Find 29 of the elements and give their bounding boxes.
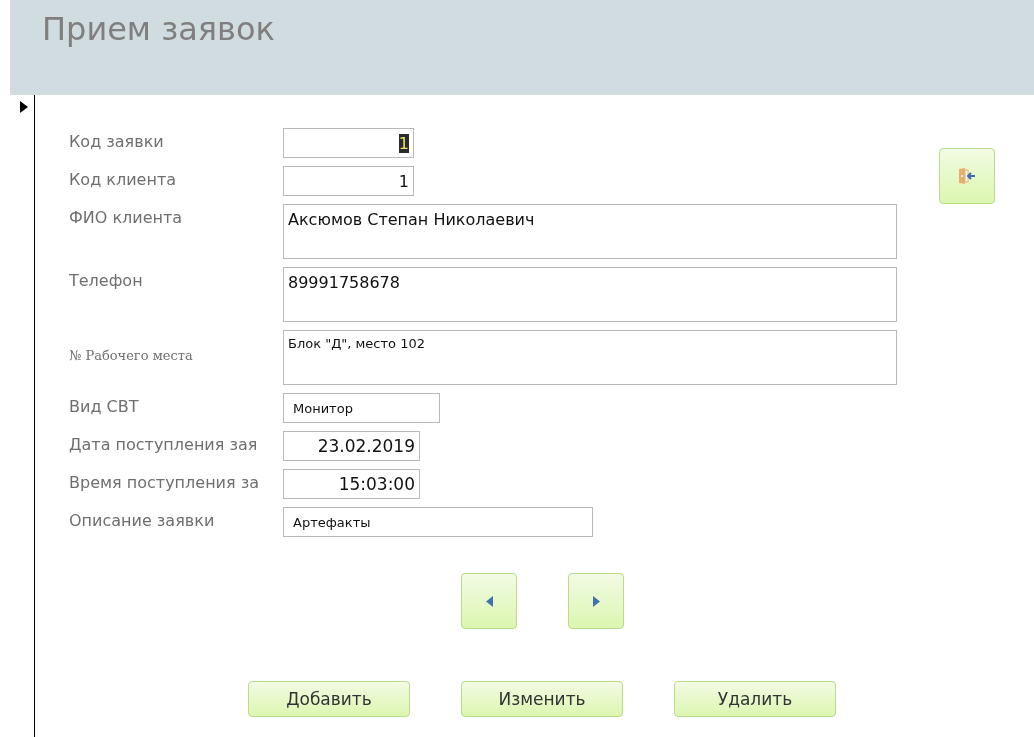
field-label: Вид СВТ <box>69 396 140 416</box>
field-label: Время поступления за <box>69 472 260 492</box>
input-field[interactable]: Монитор <box>283 393 440 423</box>
field-label: Дата поступления зая <box>69 434 259 454</box>
next-record-button[interactable] <box>568 573 624 629</box>
form-title: Прием заявок <box>42 10 275 48</box>
input-field[interactable]: Артефакты <box>283 507 593 537</box>
input-field[interactable]: 1 <box>283 166 414 196</box>
input-field[interactable]: 89991758678 <box>283 267 897 322</box>
right-triangle-icon <box>592 595 600 607</box>
previous-record-button[interactable] <box>461 573 517 629</box>
action-button[interactable]: Добавить <box>248 681 410 717</box>
door-arrow-icon <box>958 168 976 184</box>
input-field[interactable]: 15:03:00 <box>283 469 420 499</box>
action-button[interactable]: Удалить <box>674 681 836 717</box>
field-label: Код клиента <box>69 169 177 189</box>
current-record-icon <box>20 101 28 113</box>
left-triangle-icon <box>485 595 493 607</box>
field-label: № Рабочего места <box>69 347 194 363</box>
field-label: Код заявки <box>69 131 165 151</box>
exit-button[interactable] <box>939 148 995 204</box>
input-field[interactable]: 1 <box>283 128 414 158</box>
field-label: ФИО клиента <box>69 207 184 227</box>
input-field[interactable]: 23.02.2019 <box>283 431 420 461</box>
field-label: Телефон <box>69 270 144 290</box>
field-label: Описание заявки <box>69 510 216 530</box>
input-field[interactable]: Аксюмов Степан Николаевич <box>283 204 897 259</box>
action-button[interactable]: Изменить <box>461 681 623 717</box>
input-field[interactable]: Блок "Д", место 102 <box>283 330 897 385</box>
